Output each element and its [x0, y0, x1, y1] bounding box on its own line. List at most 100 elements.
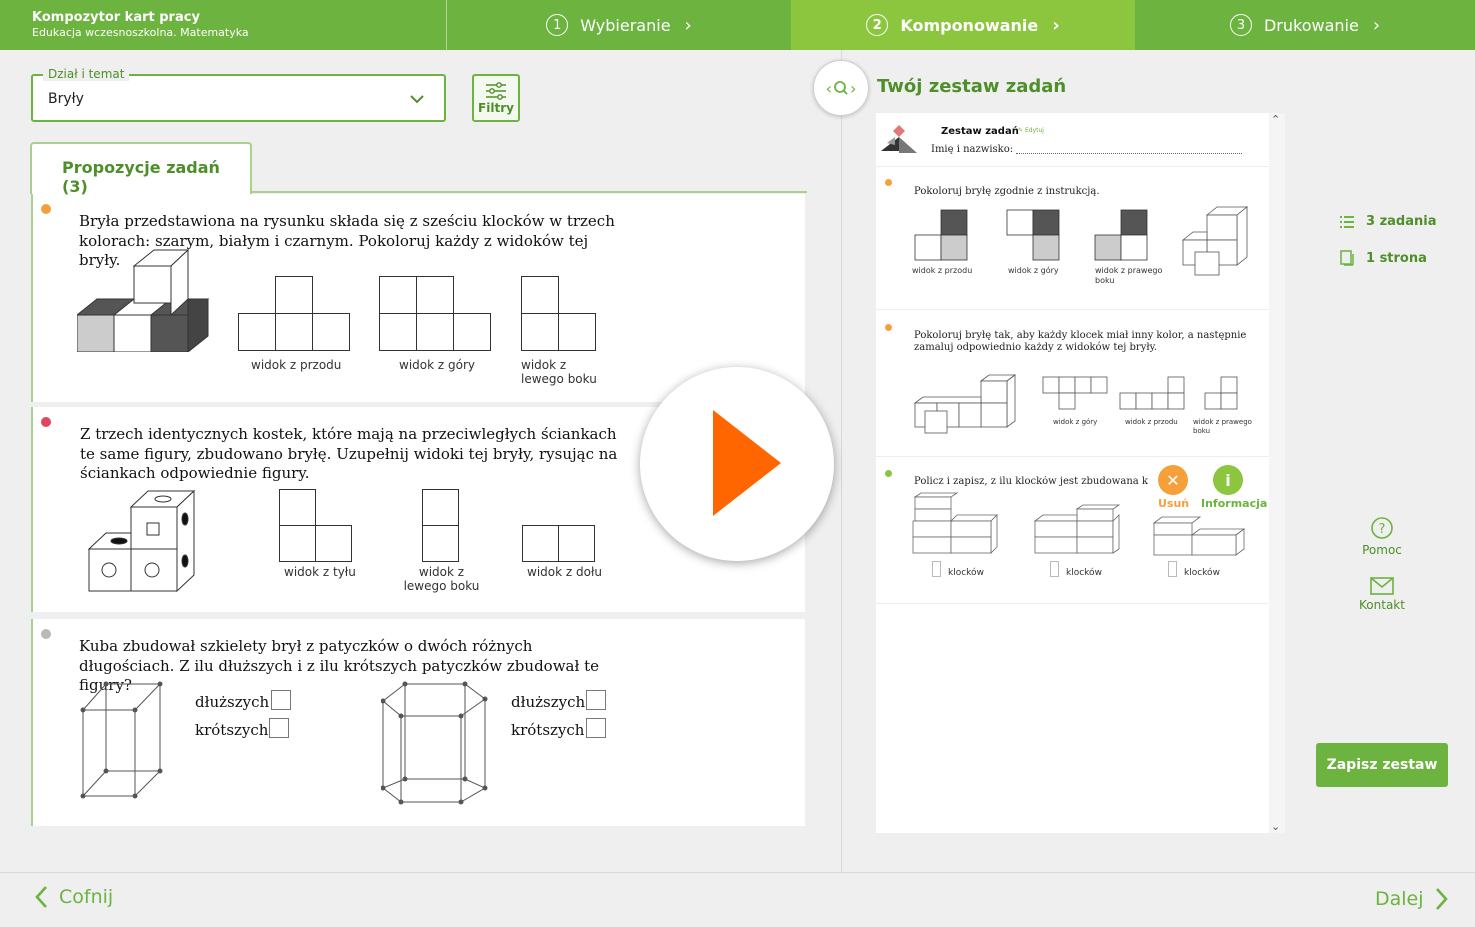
help-button[interactable]: ? Pomoc: [1354, 516, 1410, 557]
task-status-dot: [41, 417, 51, 427]
solid-illustration: [913, 374, 1017, 434]
help-icon: ?: [1371, 517, 1393, 539]
envelope-icon: [1370, 577, 1394, 595]
prism-skeleton-illustration: [80, 681, 163, 799]
task-card[interactable]: Kuba zbudował szkielety brył z patyczków…: [31, 619, 805, 826]
list-icon: [1340, 215, 1354, 228]
item-status-dot: [885, 324, 892, 331]
view-grid: [1006, 209, 1060, 261]
tangram-logo-icon: [881, 125, 917, 153]
view-grid: [1042, 376, 1108, 410]
chevron-right-icon: ›: [684, 14, 692, 36]
item-text: Pokoloruj bryłę zgodnie z instrukcją.: [914, 186, 1100, 197]
set-title: Twój zestaw zadań: [877, 76, 1067, 97]
answer-box[interactable]: [1168, 561, 1177, 577]
video-play-button[interactable]: [640, 367, 834, 561]
view-caption: widok z lewego boku: [521, 358, 597, 386]
item-status-dot: [885, 179, 892, 186]
app-brand: Kompozytor kart pracy Edukacja wczesnosz…: [32, 10, 249, 40]
tab-proposals[interactable]: Propozycje zadań (3): [30, 142, 252, 196]
view-caption: widok z lewego boku: [403, 565, 480, 593]
remove-label: Usuń: [1158, 497, 1190, 510]
chevron-right-icon: ›: [1372, 14, 1381, 36]
student-name-label: Imię i nazwisko:: [931, 144, 1014, 155]
remove-button[interactable]: ✕: [1158, 465, 1188, 495]
view-grid: [422, 489, 459, 562]
answer-box[interactable]: [269, 718, 289, 738]
doc-divider: [876, 309, 1269, 310]
view-caption: widok z tyłu: [284, 565, 356, 579]
view-grid: [914, 209, 968, 261]
tasks-count-label: 3 zadania: [1366, 214, 1437, 229]
doc-divider: [876, 456, 1269, 457]
view-grid: [379, 276, 491, 351]
chevron-right-icon: [1435, 888, 1448, 910]
item-caption: klocków: [1066, 568, 1102, 578]
hexagonal-prism-skeleton-illustration: [381, 681, 488, 805]
edit-link[interactable]: ✎ Edytuj: [1018, 127, 1044, 134]
chevron-down-icon[interactable]: ⌄: [1271, 820, 1280, 833]
chevron-up-icon[interactable]: ⌃: [1271, 113, 1280, 126]
filters-button[interactable]: Filtry: [472, 74, 520, 122]
step-number: 2: [866, 14, 889, 36]
student-name-line[interactable]: [1016, 153, 1242, 154]
contact-button[interactable]: Kontakt: [1354, 577, 1410, 612]
answer-box[interactable]: [586, 690, 606, 710]
step-number: 3: [1229, 14, 1252, 36]
blocks-illustration: [912, 492, 998, 554]
info-button[interactable]: i: [1213, 465, 1243, 495]
answer-label: krótszych: [511, 721, 585, 739]
topic-select-value: Bryły: [48, 91, 84, 107]
chevron-down-icon: [410, 95, 424, 104]
task-text: Z trzech identycznych kostek, które mają…: [80, 425, 618, 482]
preview-toggle-button[interactable]: ‹ ›: [813, 60, 869, 116]
step-komponowanie[interactable]: 2 Komponowanie ›: [791, 0, 1135, 50]
step-wybieranie[interactable]: 1 Wybieranie ›: [447, 0, 791, 50]
save-set-button[interactable]: Zapisz zestaw: [1316, 743, 1448, 787]
item-caption: widok z przodu: [1125, 418, 1178, 426]
edit-link-label: Edytuj: [1024, 127, 1044, 134]
back-button[interactable]: Cofnij: [34, 885, 113, 909]
tab-underline: [250, 191, 807, 193]
next-label: Dalej: [1375, 888, 1424, 910]
view-grid: [521, 276, 596, 351]
item-caption: klocków: [948, 568, 984, 578]
worksheet-title: Zestaw zadań: [941, 126, 1019, 137]
task-card[interactable]: Bryła przedstawiona na rysunku składa si…: [31, 194, 805, 402]
item-text: Policz i zapisz, z ilu klocków jest zbud…: [914, 476, 1148, 487]
answer-box[interactable]: [1050, 561, 1059, 577]
item-text: Pokoloruj bryłę tak, aby każdy klocek mi…: [914, 330, 1247, 353]
sliders-icon: [486, 82, 506, 100]
doc-divider: [876, 603, 1269, 604]
view-grid: [522, 525, 595, 562]
answer-box[interactable]: [271, 690, 291, 710]
worksheet-preview[interactable]: Zestaw zadań ✎ Edytuj Imię i nazwisko: P…: [876, 113, 1269, 833]
back-label: Cofnij: [59, 886, 114, 908]
solid-illustration: [77, 248, 210, 352]
next-button[interactable]: Dalej: [1375, 887, 1449, 911]
info-label: Informacja: [1201, 497, 1268, 510]
view-caption: widok z przodu: [251, 358, 342, 372]
task-status-dot: [41, 629, 51, 639]
pages-count-label: 1 strona: [1366, 250, 1427, 266]
page-icon: [1340, 250, 1354, 266]
dice-solid-illustration: [88, 489, 196, 593]
topic-select[interactable]: Dział i temat Bryły: [31, 67, 446, 122]
view-caption: widok z góry: [399, 358, 475, 372]
pane-separator: [841, 50, 842, 872]
step-drukowanie[interactable]: 3 Drukowanie ›: [1135, 0, 1475, 50]
preview-scrollbar[interactable]: ⌃ ⌄: [1269, 113, 1285, 833]
item-status-dot: [885, 470, 892, 477]
filters-button-label: Filtry: [478, 101, 514, 115]
app-title: Kompozytor kart pracy: [32, 10, 200, 25]
answer-box[interactable]: [586, 718, 606, 738]
step-label: Drukowanie: [1263, 15, 1359, 35]
chevron-right-icon: ›: [1052, 14, 1060, 36]
chevron-right-icon: ›: [850, 78, 857, 98]
answer-label: dłuższych: [511, 693, 586, 711]
tasks-count: 3 zadania: [1340, 214, 1436, 229]
play-icon: [713, 410, 781, 516]
blocks-illustration: [1033, 504, 1121, 554]
step-number: 1: [546, 14, 569, 36]
answer-box[interactable]: [932, 561, 941, 577]
